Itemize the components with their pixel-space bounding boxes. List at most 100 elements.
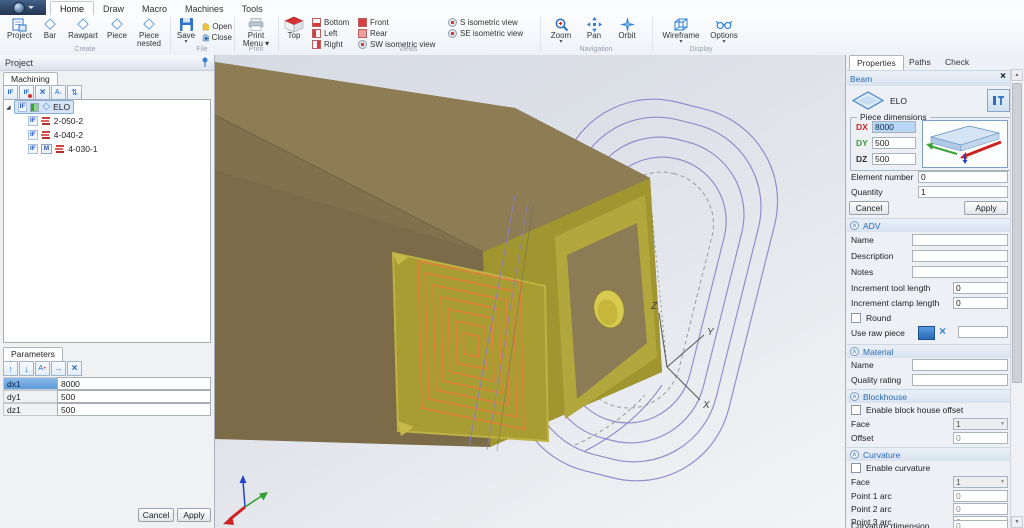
curvature-section-header[interactable]: ∧ Curvature [847, 447, 1010, 461]
open-button[interactable]: Open [202, 21, 232, 31]
wireframe-button[interactable]: Wireframe ▾ [658, 16, 704, 45]
delete-parameter-icon[interactable]: × [67, 361, 82, 376]
quantity-input[interactable] [918, 186, 1008, 198]
view-left-button[interactable]: Left [312, 28, 354, 38]
pan-button[interactable]: Pan [580, 16, 608, 40]
view-rear-button[interactable]: Rear [358, 28, 444, 38]
notes-input[interactable] [912, 266, 1008, 278]
rotate-piece-button[interactable] [987, 89, 1010, 112]
zoom-button[interactable]: Zoom ▾ [546, 16, 576, 45]
material-section-header[interactable]: ∧ Material [847, 344, 1010, 358]
viewport-3d[interactable]: Z Y X [215, 55, 845, 528]
clear-raw-piece-icon[interactable]: × [939, 324, 946, 338]
tree-root-elo[interactable]: ◢ IF ◇ ELO [4, 100, 210, 114]
view-top-button[interactable]: Top [280, 16, 308, 40]
increment-clamp-length-input[interactable] [953, 297, 1008, 309]
parameter-value[interactable]: 8000 [57, 377, 211, 390]
tree-item[interactable]: IF 4-040-2 [4, 128, 210, 142]
tab-draw[interactable]: Draw [94, 2, 133, 15]
dy-input[interactable] [872, 137, 916, 149]
application-window: Home Draw Macro Machines Tools Project ◇… [0, 0, 1024, 528]
parameter-name[interactable]: dx1 [3, 377, 57, 390]
round-checkbox[interactable] [851, 313, 861, 323]
tab-home[interactable]: Home [50, 1, 94, 15]
parameter-row[interactable]: dx1 8000 [3, 377, 211, 390]
tab-tools[interactable]: Tools [233, 2, 272, 15]
if-filter-remove-icon[interactable]: IF [19, 85, 34, 100]
scroll-down-icon[interactable]: ▼ [1011, 516, 1023, 528]
dz-input[interactable] [872, 153, 916, 165]
parameter-row[interactable]: dy1 500 [3, 390, 211, 403]
point-2-arc-input[interactable] [953, 503, 1008, 515]
enable-blockhouse-checkbox[interactable] [851, 405, 861, 415]
collapse-icon[interactable]: ∧ [850, 221, 859, 230]
piece-nested-button[interactable]: ◇ Piece nested [132, 16, 166, 48]
options-button[interactable]: Options ▾ [706, 16, 742, 45]
tab-machines[interactable]: Machines [176, 2, 233, 15]
bar-button[interactable]: ◇ Bar [38, 16, 62, 40]
adv-section-header[interactable]: ∧ ADV [847, 218, 1010, 232]
tab-properties[interactable]: Properties [849, 55, 904, 70]
save-button[interactable]: Save ▾ [172, 16, 200, 45]
point-1-arc-input[interactable] [953, 490, 1008, 502]
rename-icon[interactable]: → [51, 361, 66, 376]
dx-input[interactable] [872, 121, 916, 133]
tree-item[interactable]: IF M 4-030-1 [4, 142, 210, 156]
element-number-input[interactable] [918, 171, 1008, 183]
view-front-button[interactable]: Front [358, 17, 444, 27]
cancel-button[interactable]: Cancel [138, 508, 174, 522]
enable-curvature-checkbox[interactable] [851, 463, 861, 473]
view-se-iso-button[interactable]: SE isometric view [448, 28, 534, 38]
cancel-button[interactable]: Cancel [849, 201, 889, 215]
sort-order-icon[interactable]: ⇅ [67, 85, 82, 100]
parameter-value[interactable]: 500 [57, 403, 211, 416]
blockhouse-offset-input[interactable] [953, 432, 1008, 444]
scroll-up-icon[interactable]: ▲ [1011, 69, 1023, 81]
pick-raw-piece-icon[interactable] [918, 326, 935, 340]
tab-parameters[interactable]: Parameters [3, 347, 63, 362]
parameter-value[interactable]: 500 [57, 390, 211, 403]
orbit-button[interactable]: Orbit [612, 16, 642, 40]
collapse-icon[interactable]: ∧ [850, 450, 859, 459]
tab-paths[interactable]: Paths [902, 55, 938, 69]
blockhouse-section-header[interactable]: ∧ Blockhouse [847, 389, 1010, 403]
view-bottom-button[interactable]: Bottom [312, 17, 354, 27]
apply-button[interactable]: Apply [964, 201, 1008, 215]
collapse-icon[interactable]: ∧ [850, 347, 859, 356]
parameter-name[interactable]: dz1 [3, 403, 57, 416]
tree-expand-icon[interactable]: ◢ [6, 104, 11, 111]
scrollbar-thumb[interactable] [1012, 83, 1022, 383]
app-menu-button[interactable] [0, 0, 46, 15]
raw-piece-input[interactable] [958, 326, 1008, 338]
quality-rating-input[interactable] [912, 374, 1008, 386]
piece-button[interactable]: ◇ Piece [104, 16, 130, 40]
close-icon[interactable]: × [1000, 71, 1006, 82]
curvature-dimension-input[interactable] [953, 520, 1008, 528]
tab-macro[interactable]: Macro [133, 2, 176, 15]
tab-check[interactable]: Check [938, 55, 976, 69]
parameter-name[interactable]: dy1 [3, 390, 57, 403]
tree-item[interactable]: IF 2-050-2 [4, 114, 210, 128]
collapse-icon[interactable]: ∧ [850, 392, 859, 401]
description-input[interactable] [912, 250, 1008, 262]
view-s-iso-button[interactable]: S isometric view [448, 17, 534, 27]
add-parameter-icon[interactable]: A+ [35, 361, 50, 376]
increment-tool-length-input[interactable] [953, 282, 1008, 294]
curvature-face-select[interactable]: 1▼ [953, 476, 1008, 488]
sort-az-icon[interactable]: A↓ [51, 85, 66, 100]
close-button[interactable]: Close [202, 32, 232, 42]
if-filter-icon[interactable]: IF [3, 85, 18, 100]
project-button[interactable]: Project [3, 16, 36, 40]
move-down-icon[interactable]: ↓ [19, 361, 34, 376]
print-menu-button[interactable]: Print Menu ▾ [239, 16, 273, 48]
parameter-row[interactable]: dz1 500 [3, 403, 211, 416]
name-input[interactable] [912, 234, 1008, 246]
delete-icon[interactable]: × [35, 85, 50, 100]
apply-button[interactable]: Apply [177, 508, 211, 522]
blockhouse-face-select[interactable]: 1▼ [953, 418, 1008, 430]
rawpart-button[interactable]: ◇ Rawpart [64, 16, 102, 40]
material-name-input[interactable] [912, 359, 1008, 371]
pin-icon[interactable] [201, 57, 209, 70]
move-up-icon[interactable]: ↑ [3, 361, 18, 376]
panel-scrollbar[interactable]: ▲ ▼ [1010, 69, 1024, 528]
